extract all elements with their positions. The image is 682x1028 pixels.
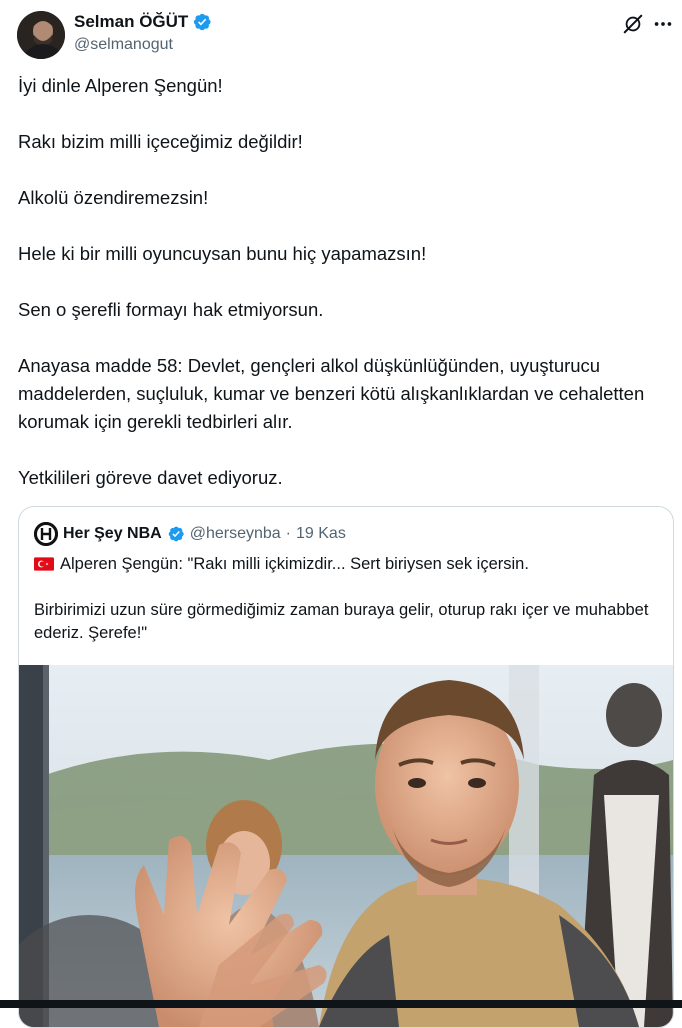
tweet-paragraph: Rakı bizim milli içeceğimiz değildir! — [18, 131, 303, 152]
tweet: Selman ÖĞÜT @selmanogut İyi dinle Alpere… — [0, 0, 682, 1028]
quoted-tweet[interactable]: Her Şey NBA @herseynba · 19 Kas Alperen … — [18, 506, 674, 1028]
tweet-paragraph: Alkolü özendiremezsin! — [18, 187, 209, 208]
bottom-bar — [0, 1000, 682, 1008]
tweet-paragraph: İyi dinle Alperen Şengün! — [18, 75, 223, 96]
quoted-paragraph: Birbirimizi uzun süre görmediğimiz zaman… — [34, 601, 649, 642]
quoted-media-image[interactable] — [19, 665, 673, 1027]
author-avatar[interactable] — [17, 11, 65, 59]
author-name[interactable]: Selman ÖĞÜT — [74, 11, 188, 33]
quoted-author-avatar[interactable] — [34, 522, 58, 546]
quoted-date[interactable]: 19 Kas — [296, 524, 346, 544]
tweet-paragraph: Sen o şerefli formayı hak etmiyorsun. — [18, 299, 324, 320]
more-icon[interactable] — [652, 13, 674, 35]
quoted-author-handle[interactable]: @herseynba — [190, 524, 281, 544]
quoted-author-name[interactable]: Her Şey NBA — [63, 524, 162, 544]
tweet-paragraph: Hele ki bir milli oyuncuysan bunu hiç ya… — [18, 243, 427, 264]
quoted-verified-badge-icon — [168, 526, 184, 542]
verified-badge-icon — [194, 13, 211, 31]
tweet-paragraph: Anayasa madde 58: Devlet, gençleri alkol… — [18, 355, 645, 432]
quoted-paragraph: Alperen Şengün: "Rakı milli içkimizdir..… — [34, 553, 654, 576]
grok-icon[interactable] — [622, 13, 644, 35]
tweet-text: İyi dinle Alperen Şengün! Rakı bizim mil… — [18, 72, 668, 520]
quoted-tweet-header: Her Şey NBA @herseynba · 19 Kas — [34, 522, 346, 546]
tweet-paragraph: Yetkilileri göreve davet ediyoruz. — [18, 467, 283, 488]
quoted-line-1: Alperen Şengün: "Rakı milli içkimizdir..… — [60, 555, 529, 573]
turkey-flag-icon — [34, 557, 54, 571]
author-handle[interactable]: @selmanogut — [74, 35, 173, 55]
quoted-tweet-text: Alperen Şengün: "Rakı milli içkimizdir..… — [34, 553, 654, 668]
author-name-row[interactable]: Selman ÖĞÜT — [74, 11, 212, 33]
separator-dot: · — [285, 525, 291, 542]
